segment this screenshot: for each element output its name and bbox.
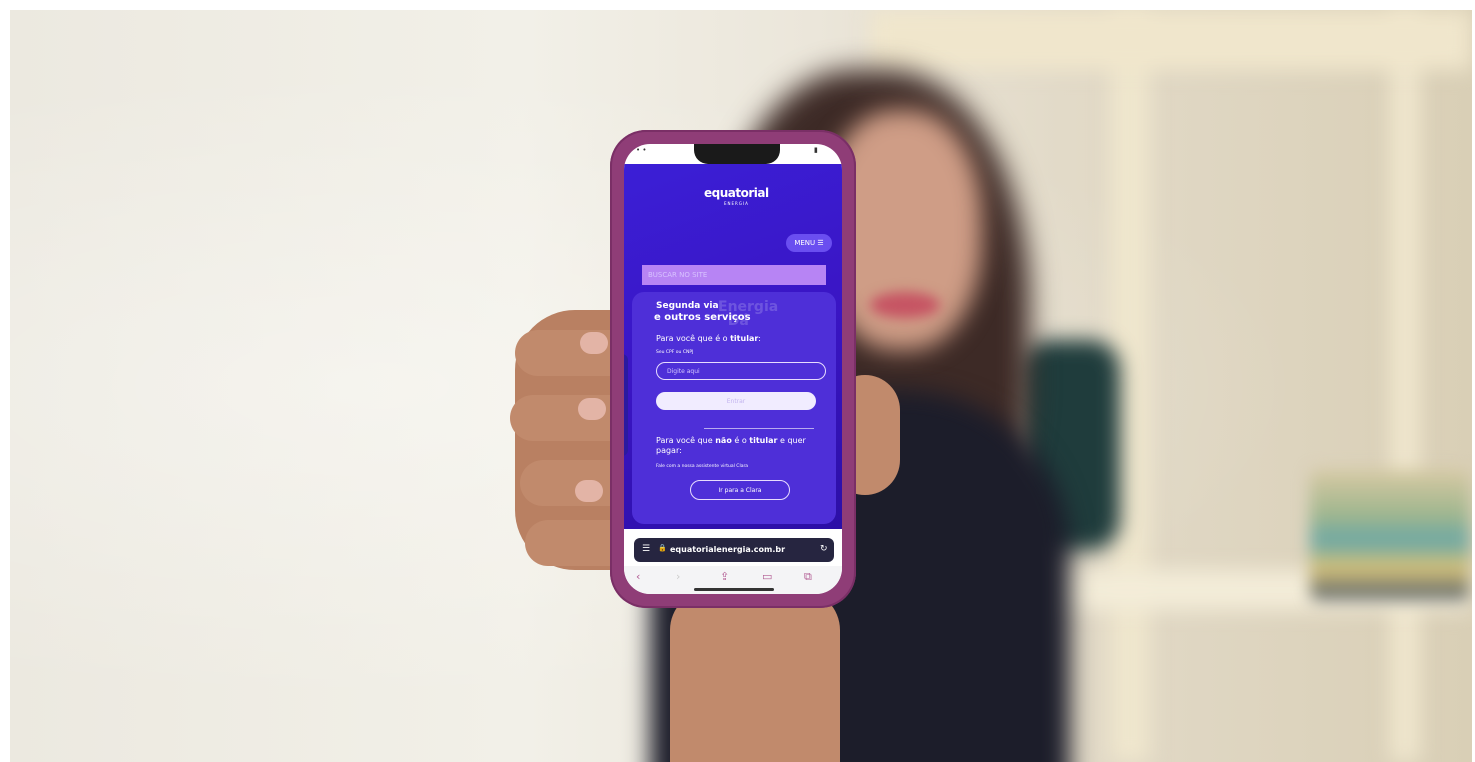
fingernail — [580, 332, 608, 354]
titular-label: Para você que é o titular: — [656, 334, 761, 343]
fingernail — [575, 480, 603, 502]
card-title-line1: Segunda via — [656, 301, 719, 311]
wrist — [670, 590, 840, 762]
shelf-top — [870, 10, 1472, 70]
home-indicator — [694, 588, 774, 591]
phone-screen: • • ▮ equatorial ENERGIA MENU ☰ Energia … — [624, 144, 842, 594]
brand-logo[interactable]: equatorial — [704, 186, 769, 200]
person-smile — [870, 292, 940, 318]
accessibility-icon[interactable]: ♿ — [624, 430, 626, 442]
books — [1310, 470, 1470, 600]
card-title-line2: e outros serviços — [654, 312, 751, 323]
smartphone: • • ▮ equatorial ENERGIA MENU ☰ Energia … — [610, 130, 856, 608]
assistant-text: Fale com a nossa assistente virtual Clar… — [656, 464, 749, 469]
clara-button[interactable]: Ir para a Clara — [690, 480, 790, 500]
cpf-input[interactable] — [656, 362, 826, 380]
url-text[interactable]: equatorialenergia.com.br — [670, 545, 785, 554]
lock-icon: 🔒 — [658, 544, 667, 552]
non-titular-label: Para você que não é o titular e quer pag… — [656, 436, 806, 455]
back-icon[interactable]: ‹ — [636, 570, 640, 583]
status-bar-left: • • — [636, 146, 647, 154]
divider — [704, 428, 814, 429]
accessibility-toolbar: ◐ A ♿ — [624, 354, 628, 456]
brand-logo-sub: ENERGIA — [724, 201, 749, 206]
enter-button[interactable]: Entrar — [656, 392, 816, 410]
cpf-label: Seu CPF ou CNPJ — [656, 350, 694, 355]
fingernail — [578, 398, 606, 420]
photo-scene: • • ▮ equatorial ENERGIA MENU ☰ Energia … — [10, 10, 1472, 762]
bookmarks-icon[interactable]: ▭ — [762, 570, 772, 583]
phone-notch — [694, 144, 780, 164]
website-content: equatorial ENERGIA MENU ☰ Energia Dá Seg… — [624, 164, 842, 529]
battery-icon: ▮ — [814, 146, 818, 154]
font-size-icon[interactable]: A — [624, 396, 626, 408]
contrast-icon[interactable]: ◐ — [624, 362, 626, 374]
search-input[interactable] — [642, 265, 826, 285]
tabs-icon[interactable]: ⧉ — [804, 570, 812, 584]
forward-icon[interactable]: › — [676, 570, 680, 583]
shelf-post — [1390, 10, 1420, 762]
reader-icon[interactable]: ☰ — [642, 544, 650, 554]
reload-icon[interactable]: ↻ — [820, 544, 828, 554]
menu-button[interactable]: MENU ☰ — [786, 234, 832, 252]
browser-address-bar[interactable]: ☰ 🔒 equatorialenergia.com.br ↻ — [634, 538, 834, 562]
services-card: Energia Dá Segunda via e outros serviços… — [632, 292, 836, 524]
share-icon[interactable]: ⇪ — [720, 570, 729, 583]
